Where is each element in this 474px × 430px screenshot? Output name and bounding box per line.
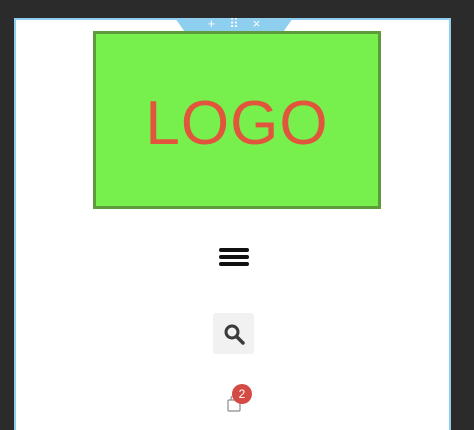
add-icon[interactable]: + [208, 18, 216, 30]
menu-bar [219, 255, 249, 259]
logo-text: LOGO [145, 88, 329, 158]
hamburger-menu-icon[interactable] [219, 246, 249, 268]
logo-placeholder[interactable]: LOGO [93, 31, 381, 209]
menu-bar [219, 248, 249, 252]
search-icon [224, 324, 245, 345]
cart-count-badge: 2 [232, 384, 252, 404]
drag-grid-icon[interactable]: ⠿ [229, 18, 239, 30]
search-button[interactable] [213, 313, 254, 354]
menu-bar [219, 262, 249, 266]
close-icon[interactable]: × [253, 18, 261, 30]
